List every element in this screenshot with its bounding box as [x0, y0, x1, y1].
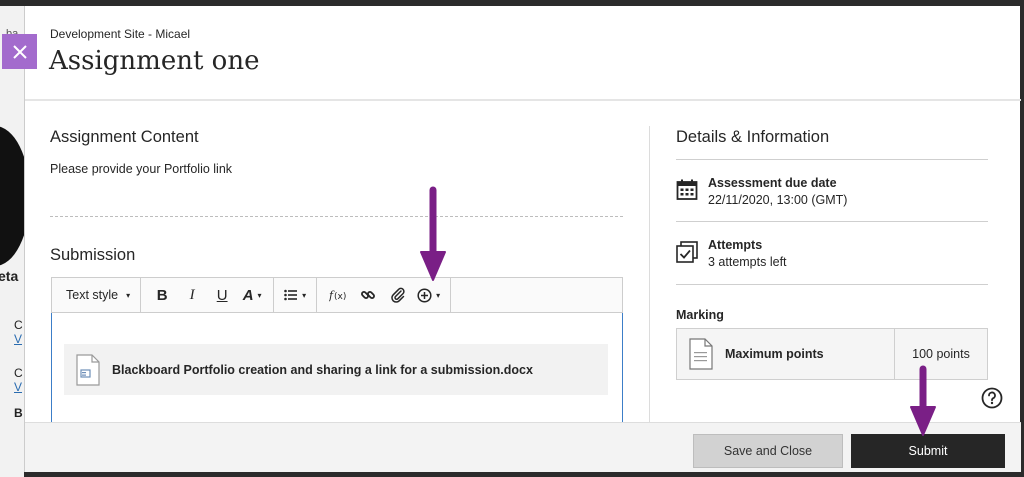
assignment-panel: Development Site - Micael Assignment one… — [24, 6, 1021, 472]
text-style-dropdown[interactable]: Text style ▾ — [58, 278, 134, 312]
chevron-down-icon: ▾ — [302, 290, 307, 300]
bold-button[interactable]: B — [147, 278, 177, 312]
maximum-points-box: Maximum points 100 points — [676, 328, 988, 380]
toolbar-group-format: B I U A ▾ — [141, 278, 275, 312]
italic-button[interactable]: I — [177, 278, 207, 312]
background-avatar — [0, 126, 24, 266]
background-text: C — [14, 366, 23, 380]
annotation-arrow-down-icon — [910, 365, 936, 436]
insert-link-button[interactable] — [353, 278, 383, 312]
maximum-points-label: Maximum points — [725, 347, 824, 361]
calendar-icon — [676, 179, 698, 200]
document-icon — [76, 353, 100, 386]
header-divider — [25, 99, 1021, 101]
background-text: eta — [0, 268, 19, 284]
site-name: Development Site - Micael — [50, 27, 191, 41]
toolbar-group-text: Text style ▾ — [52, 278, 142, 312]
underline-button[interactable]: U — [207, 278, 237, 312]
background-page: ba eta C V C V B — [0, 6, 24, 477]
assignment-content-heading: Assignment Content — [50, 128, 199, 146]
chevron-down-icon: ▾ — [436, 290, 441, 300]
marking-label: Marking — [676, 308, 724, 322]
attach-file-button[interactable] — [383, 278, 413, 312]
background-text: C — [14, 318, 23, 332]
attempts-label: Attempts — [708, 238, 763, 252]
svg-text:(x): (x) — [334, 292, 346, 302]
attempts-icon — [676, 241, 698, 263]
submission-heading: Submission — [50, 246, 136, 264]
background-link: V — [14, 332, 23, 346]
chevron-down-icon: ▾ — [257, 290, 262, 300]
maximum-points-cell: Maximum points — [677, 329, 895, 379]
attachment-filename: Blackboard Portfolio creation and sharin… — [112, 362, 533, 377]
math-formula-icon: f (x) — [329, 289, 346, 302]
attached-file[interactable]: Blackboard Portfolio creation and sharin… — [64, 344, 608, 395]
chevron-down-icon: ▾ — [126, 290, 131, 300]
close-button[interactable] — [2, 34, 37, 69]
background-text: B — [14, 406, 23, 420]
save-and-close-button[interactable]: Save and Close — [693, 434, 843, 468]
column-divider — [649, 126, 650, 426]
due-date-value: 22/11/2020, 13:00 (GMT) — [708, 193, 848, 207]
details-divider — [676, 221, 988, 222]
attempts-value: 3 attempts left — [708, 255, 787, 269]
link-icon — [361, 291, 376, 299]
font-color-icon: A — [242, 286, 254, 304]
document-icon — [689, 338, 713, 370]
page-title: Assignment one — [49, 46, 260, 76]
close-icon — [12, 44, 27, 59]
due-date-label: Assessment due date — [708, 176, 837, 190]
details-divider — [676, 159, 988, 160]
bullet-list-icon — [284, 289, 298, 301]
text-style-label: Text style — [66, 288, 119, 302]
due-date-row: Assessment due date 22/11/2020, 13:00 (G… — [676, 176, 847, 207]
font-color-dropdown[interactable]: A ▾ — [237, 278, 267, 312]
background-link: V — [14, 380, 23, 394]
annotation-arrow-down-icon — [420, 186, 446, 281]
footer-bar: Save and Close Submit — [25, 422, 1021, 472]
paperclip-icon — [391, 287, 405, 303]
help-icon[interactable] — [981, 387, 1003, 409]
editor-toolbar: Text style ▾ B I U A ▾ ▾ f (x) ▾ — [51, 277, 623, 313]
submission-editor[interactable]: Blackboard Portfolio creation and sharin… — [51, 313, 623, 433]
attempts-row: Attempts 3 attempts left — [676, 238, 787, 269]
details-divider — [676, 284, 988, 285]
add-circle-icon — [417, 287, 432, 303]
toolbar-group-lists: ▾ — [274, 278, 318, 312]
list-dropdown[interactable]: ▾ — [280, 278, 310, 312]
content-divider — [50, 216, 623, 217]
details-heading: Details & Information — [676, 128, 830, 146]
math-formula-button[interactable]: f (x) — [323, 278, 353, 312]
assignment-instructions: Please provide your Portfolio link — [50, 162, 233, 176]
